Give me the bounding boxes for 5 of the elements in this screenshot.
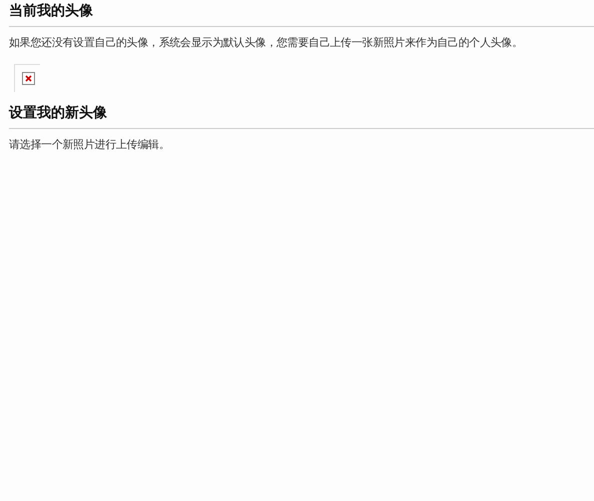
- broken-image-icon: [22, 72, 35, 85]
- section-title: 当前我的头像: [9, 0, 594, 27]
- instruction-text: 请选择一个新照片进行上传编辑。: [9, 138, 171, 152]
- description-text: 如果您还没有设置自己的头像，系统会显示为默认头像，您需要自己上传一张新照片来作为自己的个人头像。: [9, 36, 524, 50]
- section-title: 设置我的新头像: [9, 102, 594, 129]
